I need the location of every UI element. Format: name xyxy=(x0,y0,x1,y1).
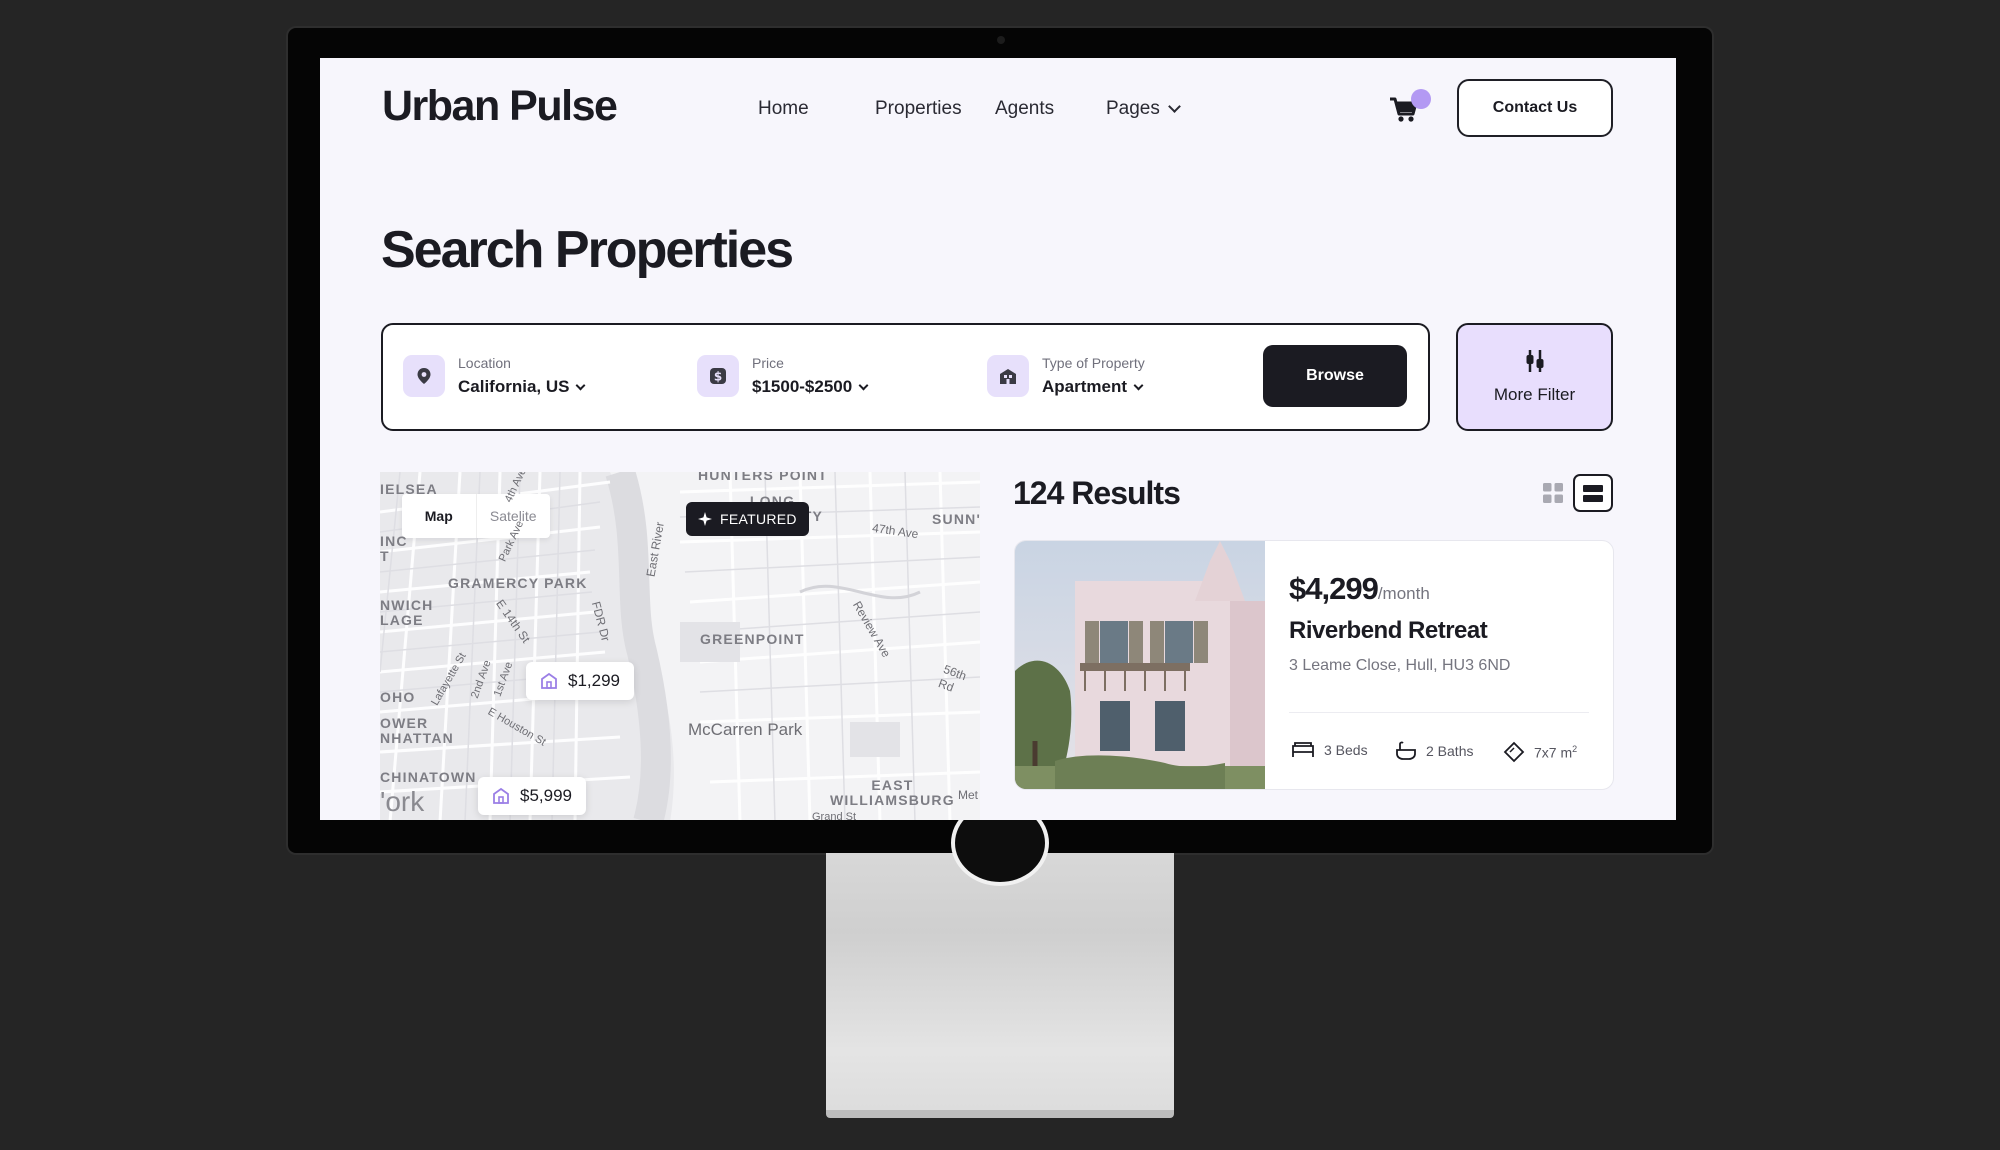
property-photo xyxy=(1015,541,1265,789)
filter-sliders-icon xyxy=(1526,350,1543,372)
brand-logo[interactable]: Urban Pulse xyxy=(382,82,618,131)
nav-properties[interactable]: Properties xyxy=(875,98,962,120)
map-type-toggle: Map Satelite xyxy=(402,494,550,538)
location-label: Location xyxy=(458,355,511,371)
listing-baths-label: 2 Baths xyxy=(1426,743,1474,759)
map-pin-price: $5,999 xyxy=(520,786,572,805)
map-label-inc: INC T xyxy=(380,533,408,564)
map-label-new-york: 'ork xyxy=(380,786,425,817)
chevron-down-icon xyxy=(1168,100,1181,113)
map-label-east-williamsburg: EAST WILLIAMSBURG xyxy=(830,777,955,808)
price-value: $1500-$2500 xyxy=(752,377,853,396)
location-value: California, US xyxy=(458,377,570,396)
map-label-greenwich-village: NWICH LAGE xyxy=(380,597,434,628)
svg-text:$: $ xyxy=(714,370,722,384)
list-view-button[interactable] xyxy=(1573,474,1613,512)
list-view-icon xyxy=(1583,484,1603,492)
home-icon xyxy=(541,672,557,689)
price-label: Price xyxy=(752,355,784,371)
map-view[interactable]: Map Satelite IELSEA HUNTERS POINT LONG I… xyxy=(380,472,980,820)
building-icon xyxy=(987,355,1029,397)
map-street-grand-st: Grand St xyxy=(812,811,857,820)
listing-area-label: 7x7 m xyxy=(1534,744,1573,761)
featured-badge-label: FEATURED xyxy=(720,511,797,527)
results-count: 124 Results xyxy=(1013,475,1181,511)
map-label-chinatown: CHINATOWN xyxy=(380,769,477,785)
chevron-down-icon xyxy=(1133,380,1144,390)
property-type-field[interactable]: Type of Property Apartment xyxy=(987,355,1145,397)
listing-name[interactable]: Riverbend Retreat xyxy=(1289,617,1488,645)
price-field[interactable]: $ Price $1500-$2500 xyxy=(697,355,869,397)
map-label-greenpoint: GREENPOINT xyxy=(700,631,805,647)
listing-price-value: $4,299 xyxy=(1289,571,1379,606)
map-label-met: Met xyxy=(958,788,979,802)
map-price-pin[interactable]: $1,299 xyxy=(526,662,634,700)
property-type-value: Apartment xyxy=(1042,377,1128,396)
listing-address: 3 Leame Close, Hull, HU3 6ND xyxy=(1289,657,1511,674)
location-pin-icon xyxy=(403,355,445,397)
more-filter-button[interactable]: More Filter xyxy=(1456,323,1613,431)
property-type-label: Type of Property xyxy=(1042,355,1145,371)
search-bar: Location California, US $ Price $1500-$2… xyxy=(381,323,1430,431)
area-unit-superscript: 2 xyxy=(1572,743,1578,754)
listing-price-unit: /month xyxy=(1377,584,1430,603)
area-icon xyxy=(1503,741,1525,763)
more-filter-label: More Filter xyxy=(1493,385,1576,404)
website-screen: Urban Pulse Home Properties Agents Pages… xyxy=(320,58,1676,820)
listing-baths: 2 Baths xyxy=(1395,741,1473,761)
listing-price: $4,299/month xyxy=(1289,571,1430,607)
page-title: Search Properties xyxy=(381,221,794,279)
map-price-pin[interactable]: $5,999 xyxy=(478,777,586,815)
listing-beds: 3 Beds xyxy=(1291,741,1368,759)
card-divider xyxy=(1289,712,1589,713)
camera-icon xyxy=(997,36,1005,44)
dollar-icon: $ xyxy=(697,355,739,397)
bed-icon xyxy=(1292,742,1314,757)
monitor-stand-base xyxy=(826,1110,1174,1118)
sparkle-icon xyxy=(698,512,712,526)
nav-home[interactable]: Home xyxy=(758,98,809,120)
map-label-mccarren-park: McCarren Park xyxy=(688,720,803,739)
nav-pages-dropdown[interactable]: Pages xyxy=(1106,98,1181,120)
grid-view-icon[interactable] xyxy=(1543,483,1563,503)
map-label-soho: OHO xyxy=(380,689,416,705)
map-tab[interactable]: Map xyxy=(402,494,477,538)
monitor-stand xyxy=(826,853,1174,1117)
contact-us-button[interactable]: Contact Us xyxy=(1457,79,1613,137)
cart-badge-dot xyxy=(1411,89,1431,109)
chevron-down-icon xyxy=(576,380,586,390)
map-label-chelsea: IELSEA xyxy=(380,481,438,497)
location-field[interactable]: Location California, US xyxy=(403,355,586,397)
listing-beds-label: 3 Beds xyxy=(1324,742,1368,758)
nav-agents[interactable]: Agents xyxy=(995,98,1054,120)
bathtub-icon xyxy=(1396,741,1416,760)
listing-area: 7x7 m2 xyxy=(1503,741,1577,763)
map-label-lower-manhattan: OWER NHATTAN xyxy=(380,715,454,746)
home-icon xyxy=(493,787,509,804)
nav-pages-label: Pages xyxy=(1106,98,1160,119)
map-label-hunters-point: HUNTERS POINT xyxy=(698,472,828,483)
property-card[interactable]: $4,299/month Riverbend Retreat 3 Leame C… xyxy=(1014,540,1614,790)
chevron-down-icon xyxy=(858,380,869,390)
map-label-gramercy-park: GRAMERCY PARK xyxy=(448,575,588,591)
browse-button[interactable]: Browse xyxy=(1263,345,1407,407)
map-label-sunnyside: SUNN' xyxy=(932,511,980,527)
map-pin-price: $1,299 xyxy=(568,671,620,690)
featured-badge: FEATURED xyxy=(686,502,809,536)
